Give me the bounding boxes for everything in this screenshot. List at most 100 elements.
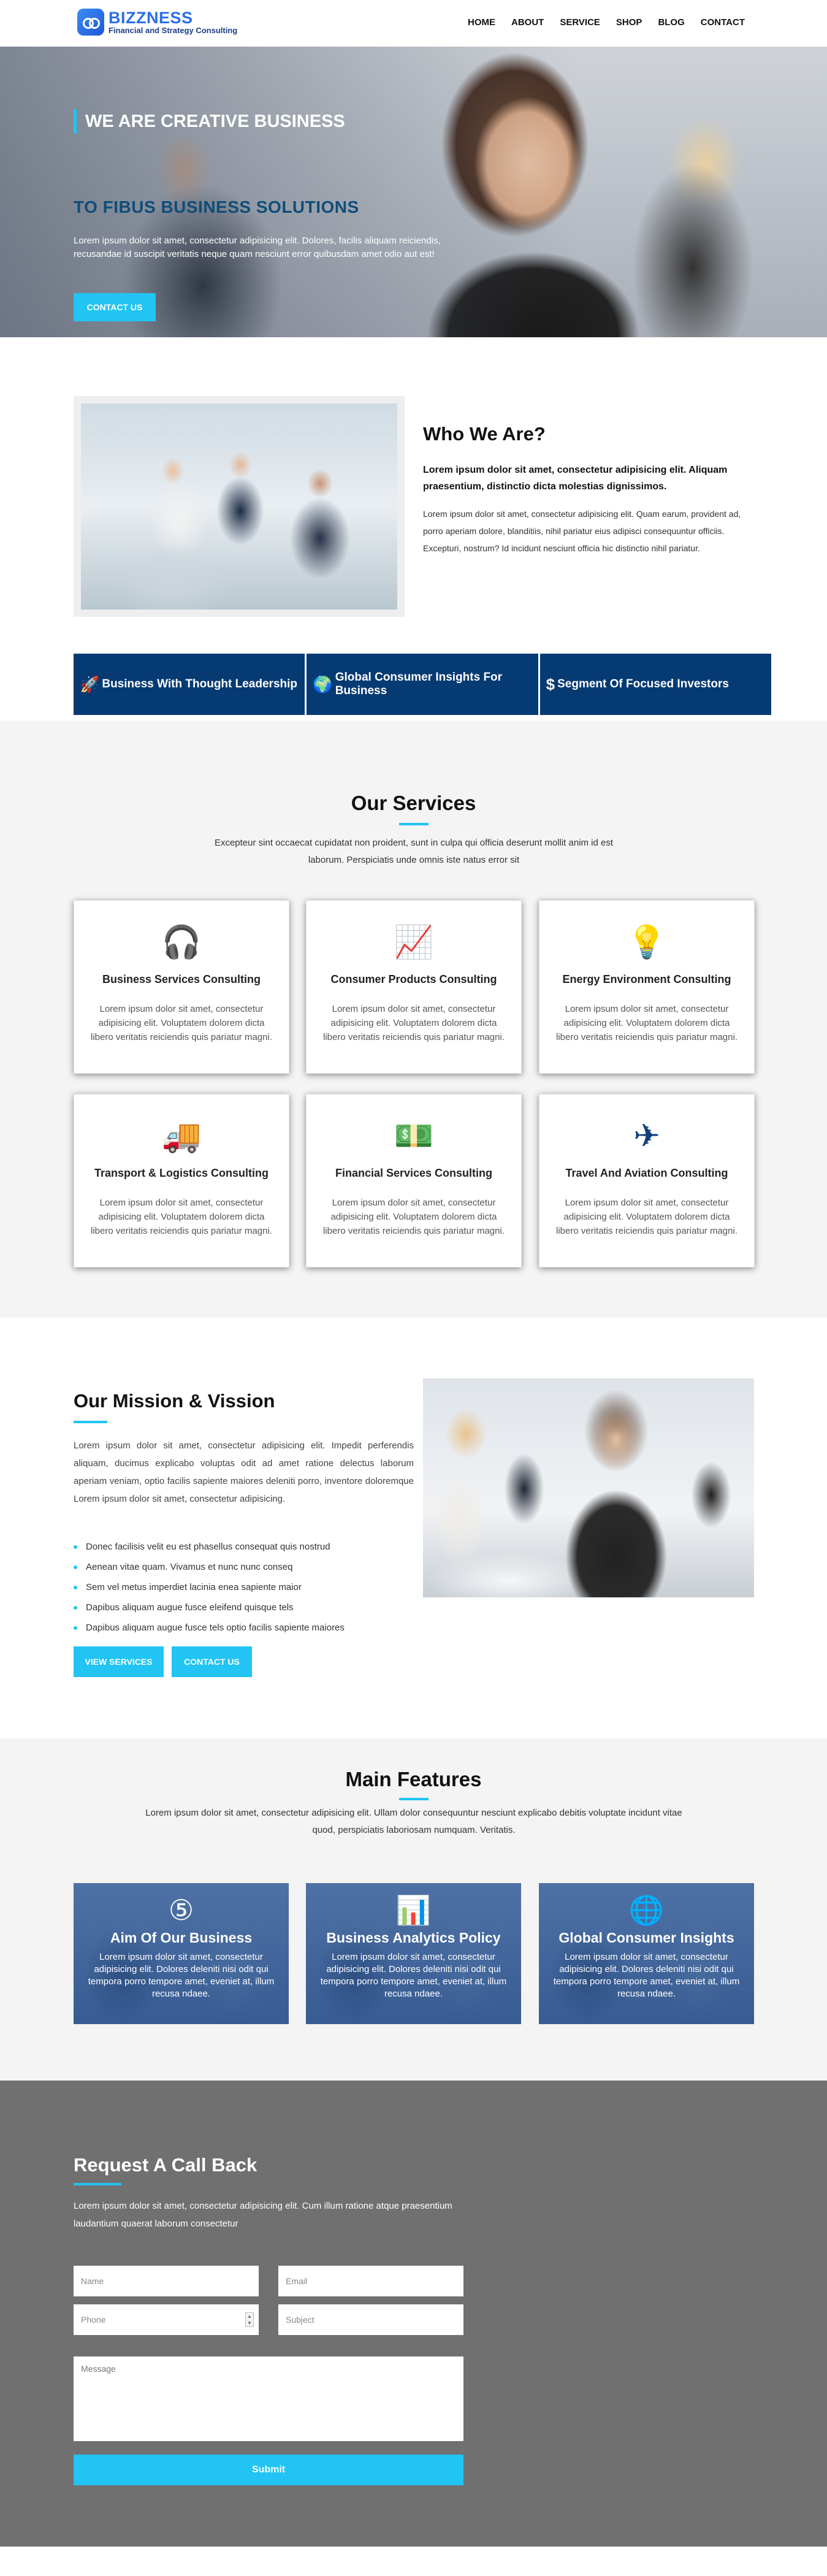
service-card-text: Lorem ipsum dolor sit amet, consectetur … <box>91 1004 272 1042</box>
mission-title: Our Mission & Vission <box>74 1390 275 1412</box>
dollar-icon: $ <box>546 675 555 694</box>
airplane-icon: ✈ <box>633 1118 660 1154</box>
nav-about[interactable]: ABOUT <box>511 17 544 28</box>
service-card-title: Travel And Aviation Consulting <box>565 1167 728 1179</box>
mission-section: Our Mission & Vission Lorem ipsum dolor … <box>0 1318 827 1738</box>
highlights-strip: 🚀 Business With Thought Leadership 🌍 Glo… <box>74 654 771 715</box>
feature-title: Business Analytics Policy <box>326 1930 501 1946</box>
number-five-icon: ⑤ <box>168 1894 194 1926</box>
service-card-title: Consumer Products Consulting <box>330 973 497 985</box>
features-intro: Lorem ipsum dolor sit amet, consectetur … <box>145 1808 682 1835</box>
chart-icon: 📈 <box>394 925 434 960</box>
callback-text: Lorem ipsum dolor sit amet, consectetur … <box>74 2201 452 2229</box>
feature-global-insights[interactable]: 🌐 Global Consumer Insights Lorem ipsum d… <box>539 1883 754 2024</box>
money-icon: 💵 <box>394 1118 434 1154</box>
phone-stepper-icon[interactable]: ▲ ▼ <box>245 2312 254 2327</box>
services-title: Our Services <box>351 792 476 814</box>
list-item: Dapibus aliquam augue fusce tels optio f… <box>74 1618 345 1638</box>
callback-title-underline <box>74 2183 121 2185</box>
service-card-title: Financial Services Consulting <box>335 1167 493 1179</box>
service-card-energy[interactable]: 💡 Energy Environment Consulting Lorem ip… <box>539 900 755 1074</box>
features-title: Main Features <box>345 1768 482 1791</box>
features-section: Main Features Lorem ipsum dolor sit amet… <box>0 1738 827 2081</box>
highlight-consumer-insights[interactable]: 🌍 Global Consumer Insights For Business <box>307 654 538 715</box>
feature-analytics[interactable]: 📊 Business Analytics Policy Lorem ipsum … <box>306 1883 521 2024</box>
who-body: Lorem ipsum dolor sit amet, consectetur … <box>423 509 741 553</box>
business-meeting-photo <box>81 403 397 610</box>
brand-tagline: Financial and Strategy Consulting <box>109 26 238 35</box>
analytics-icon: 📊 <box>395 1894 432 1926</box>
hero-text: Lorem ipsum dolor sit amet, consectetur … <box>74 235 441 259</box>
nav-contact[interactable]: CONTACT <box>701 17 745 28</box>
subject-field[interactable] <box>278 2304 463 2335</box>
services-intro: Excepteur sint occaecat cupidatat non pr… <box>214 838 614 865</box>
team-photo <box>423 1378 754 1597</box>
submit-button[interactable]: Submit <box>74 2455 463 2485</box>
globe-icon: 🌍 <box>313 675 333 694</box>
callback-section: Request A Call Back Lorem ipsum dolor si… <box>0 2081 827 2547</box>
service-card-title: Transport & Logistics Consulting <box>94 1167 269 1179</box>
view-services-button[interactable]: VIEW SERVICES <box>74 1646 164 1677</box>
mission-text: Lorem ipsum dolor sit amet, consectetur … <box>74 1440 414 1504</box>
feature-text: Lorem ipsum dolor sit amet, consectetur … <box>320 1952 507 1999</box>
nav-blog[interactable]: BLOG <box>658 17 684 28</box>
main-nav: HOME ABOUT SERVICE SHOP BLOG CONTACT <box>468 17 745 28</box>
truck-icon: 🚚 <box>161 1118 202 1154</box>
hero-title: WE ARE CREATIVE BUSINESS <box>74 109 345 134</box>
services-section: Our Services Excepteur sint occaecat cup… <box>0 720 827 1318</box>
logo[interactable]: BIZZNESS Financial and Strategy Consulti… <box>77 9 237 36</box>
list-item: Aenean vitae quam. Vivamus et nunc nunc … <box>74 1557 345 1577</box>
name-field[interactable] <box>74 2266 259 2296</box>
globe-icon: 🌐 <box>628 1894 665 1926</box>
service-card-title: Business Services Consulting <box>102 973 261 985</box>
services-title-underline <box>399 823 429 825</box>
meeting-image-frame <box>74 396 405 617</box>
feature-text: Lorem ipsum dolor sit amet, consectetur … <box>553 1952 740 1999</box>
who-title: Who We Are? <box>423 423 546 445</box>
service-card-travel[interactable]: ✈ Travel And Aviation Consulting Lorem i… <box>539 1094 755 1267</box>
mission-contact-button[interactable]: CONTACT US <box>172 1646 252 1677</box>
highlight-label: Global Consumer Insights For Business <box>335 671 503 697</box>
feature-title: Global Consumer Insights <box>558 1930 734 1946</box>
phone-field[interactable] <box>74 2304 259 2335</box>
lightbulb-icon: 💡 <box>627 925 667 960</box>
service-card-text: Lorem ipsum dolor sit amet, consectetur … <box>556 1198 737 1236</box>
mission-title-underline <box>74 1421 107 1423</box>
email-field[interactable] <box>278 2266 463 2296</box>
service-card-text: Lorem ipsum dolor sit amet, consectetur … <box>556 1004 737 1042</box>
nav-home[interactable]: HOME <box>468 17 495 28</box>
features-title-underline <box>399 1798 429 1800</box>
who-lead: Lorem ipsum dolor sit amet, consectetur … <box>423 465 728 492</box>
message-field[interactable] <box>74 2356 463 2441</box>
logo-icon <box>77 9 104 36</box>
feature-aim[interactable]: ⑤ Aim Of Our Business Lorem ipsum dolor … <box>74 1883 289 2024</box>
service-card-title: Energy Environment Consulting <box>562 973 731 985</box>
list-item: Dapibus aliquam augue fusce eleifend qui… <box>74 1597 345 1618</box>
hero-contact-button[interactable]: CONTACT US <box>74 293 156 321</box>
list-item: Donec facilisis velit eu est phasellus c… <box>74 1537 345 1557</box>
site-header: BIZZNESS Financial and Strategy Consulti… <box>0 0 827 47</box>
highlight-label: Business With Thought Leadership <box>102 678 297 690</box>
feature-text: Lorem ipsum dolor sit amet, consectetur … <box>88 1952 275 1999</box>
feature-title: Aim Of Our Business <box>110 1930 253 1946</box>
service-card-transport[interactable]: 🚚 Transport & Logistics Consulting Lorem… <box>74 1094 289 1267</box>
hero-subtitle: TO FIBUS BUSINESS SOLUTIONS <box>74 197 359 216</box>
service-card-business[interactable]: 🎧 Business Services Consulting Lorem ips… <box>74 900 289 1074</box>
highlight-focused-investors[interactable]: $ Segment Of Focused Investors <box>539 654 771 715</box>
nav-shop[interactable]: SHOP <box>616 17 642 28</box>
hero-banner: WE ARE CREATIVE BUSINESS TO FIBUS BUSINE… <box>0 47 827 337</box>
service-card-text: Lorem ipsum dolor sit amet, consectetur … <box>91 1198 272 1236</box>
service-card-consumer-products[interactable]: 📈 Consumer Products Consulting Lorem ips… <box>306 900 522 1074</box>
rocket-icon: 🚀 <box>80 675 100 694</box>
headset-icon: 🎧 <box>161 925 202 960</box>
service-card-text: Lorem ipsum dolor sit amet, consectetur … <box>323 1198 505 1236</box>
highlight-label: Segment Of Focused Investors <box>557 678 729 690</box>
who-we-are-section: Who We Are? Lorem ipsum dolor sit amet, … <box>0 337 827 715</box>
highlight-thought-leadership[interactable]: 🚀 Business With Thought Leadership <box>74 654 305 715</box>
service-card-text: Lorem ipsum dolor sit amet, consectetur … <box>323 1004 505 1042</box>
callback-title: Request A Call Back <box>74 2154 257 2176</box>
service-card-financial[interactable]: 💵 Financial Services Consulting Lorem ip… <box>306 1094 522 1267</box>
list-item: Sem vel metus imperdiet lacinia enea sap… <box>74 1577 345 1597</box>
mission-list: Donec facilisis velit eu est phasellus c… <box>74 1537 345 1638</box>
nav-service[interactable]: SERVICE <box>560 17 600 28</box>
